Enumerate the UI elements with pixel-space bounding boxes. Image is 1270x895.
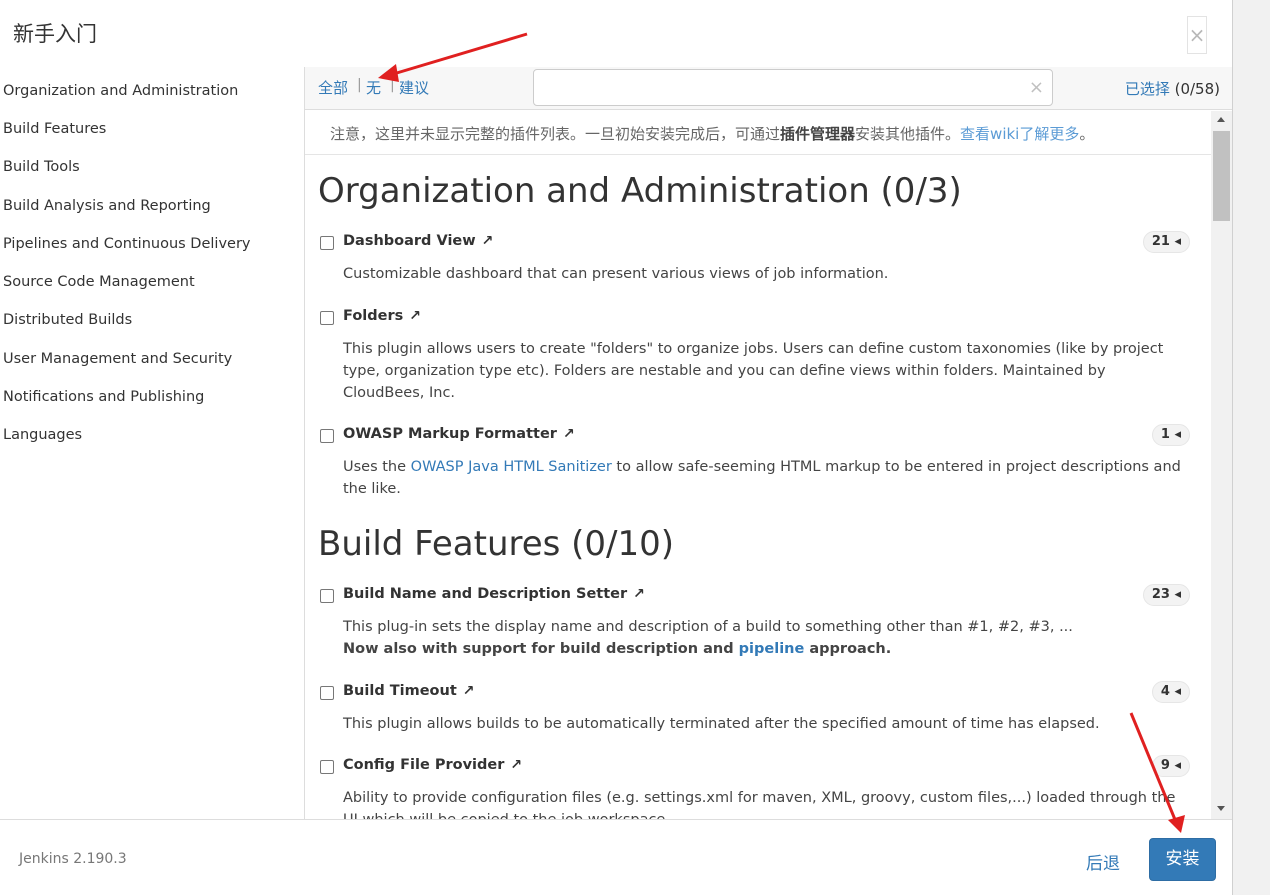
plugin-description: Uses the OWASP Java HTML Sanitizer to al… <box>343 459 1181 497</box>
select-none-link[interactable]: 无 <box>366 77 381 98</box>
external-link-icon[interactable]: ↗ <box>463 683 475 699</box>
plugin-description: Ability to provide configuration files (… <box>343 790 1176 819</box>
sidebar-item-build-tools[interactable]: Build Tools <box>3 156 80 178</box>
sidebar-item-source-code-management[interactable]: Source Code Management <box>3 271 195 293</box>
plugin-checkbox[interactable] <box>320 311 334 325</box>
setup-wizard-dialog: 新手入门 × Organization and Administration B… <box>0 0 1232 895</box>
select-suggested-link[interactable]: 建议 <box>399 77 429 98</box>
dialog-title: 新手入门 <box>13 22 97 46</box>
toolbar-separator: | <box>390 77 395 93</box>
sidebar-item-distributed-builds[interactable]: Distributed Builds <box>3 309 132 331</box>
install-button[interactable]: 安装 <box>1149 838 1216 881</box>
external-link-icon[interactable]: ↗ <box>510 757 522 773</box>
plugin-checkbox[interactable] <box>320 760 334 774</box>
clear-search-icon[interactable]: × <box>1029 77 1044 98</box>
plugin-description: Customizable dashboard that can present … <box>343 266 889 282</box>
plugin-name[interactable]: Folders ↗ <box>343 308 421 324</box>
select-all-link[interactable]: 全部 <box>318 77 348 98</box>
dialog-header: 新手入门 × <box>0 0 1232 67</box>
plugin-toolbar: 全部 | 无 | 建议 × 已选择 (0/58) <box>305 67 1232 110</box>
category-sidebar: Organization and Administration Build Fe… <box>0 67 305 819</box>
scroll-up-icon[interactable] <box>1217 117 1225 122</box>
caret-left-icon: ◂ <box>1174 427 1181 442</box>
sidebar-item-user-management-and-security[interactable]: User Management and Security <box>3 348 232 370</box>
plugin-checkbox[interactable] <box>320 686 334 700</box>
caret-left-icon: ◂ <box>1174 587 1181 602</box>
selected-count[interactable]: 已选择 (0/58) <box>1125 78 1220 99</box>
selected-label[interactable]: 已选择 <box>1125 80 1170 98</box>
external-link-icon[interactable]: ↗ <box>563 426 575 442</box>
modal-backdrop <box>1232 0 1270 895</box>
dialog-footer: Jenkins 2.190.3 后退 安装 <box>0 819 1232 895</box>
plugin-list-scrollbar[interactable] <box>1211 111 1232 819</box>
notice-text: 注意，这里并未显示完整的插件列表。一旦初始安装完成后，可通过 <box>330 125 781 143</box>
plugin-description: This plugin allows builds to be automati… <box>343 716 1100 732</box>
dependency-badge[interactable]: 21 ◂ <box>1142 231 1190 253</box>
notice-text-2: 安装其他插件。 <box>855 125 961 143</box>
plugin-checkbox[interactable] <box>320 429 334 443</box>
plugin-checkbox[interactable] <box>320 236 334 250</box>
dependency-badge[interactable]: 4 ◂ <box>1151 681 1190 703</box>
section-title-organization: Organization and Administration (0/3) <box>318 171 962 211</box>
caret-left-icon: ◂ <box>1174 684 1181 699</box>
section-title-build-features: Build Features (0/10) <box>318 524 675 564</box>
notice-end: 。 <box>1079 125 1095 143</box>
scrollbar-thumb[interactable] <box>1213 131 1230 221</box>
sidebar-item-languages[interactable]: Languages <box>3 424 82 446</box>
plugin-name[interactable]: Build Name and Description Setter ↗ <box>343 586 645 602</box>
plugin-description: This plug-in sets the display name and d… <box>343 619 1073 657</box>
owasp-sanitizer-link[interactable]: OWASP Java HTML Sanitizer <box>411 459 612 475</box>
jenkins-version: Jenkins 2.190.3 <box>19 851 127 867</box>
toolbar-separator: | <box>357 77 362 93</box>
plugin-search-input[interactable]: × <box>533 69 1053 106</box>
plugin-checkbox[interactable] <box>320 589 334 603</box>
external-link-icon[interactable]: ↗ <box>409 308 421 324</box>
sidebar-item-pipelines-and-continuous-delivery[interactable]: Pipelines and Continuous Delivery <box>3 233 251 255</box>
wiki-link[interactable]: 查看wiki了解更多 <box>960 125 1079 143</box>
sidebar-item-organization-and-administration[interactable]: Organization and Administration <box>3 80 238 102</box>
sidebar-item-build-features[interactable]: Build Features <box>3 118 106 140</box>
plugin-name[interactable]: Config File Provider ↗ <box>343 757 522 773</box>
dependency-badge[interactable]: 23 ◂ <box>1142 584 1190 606</box>
plugin-name[interactable]: OWASP Markup Formatter ↗ <box>343 426 575 442</box>
selected-count-value: (0/58) <box>1174 80 1220 98</box>
dependency-badge[interactable]: 1 ◂ <box>1151 424 1190 446</box>
dependency-badge[interactable]: 9 ◂ <box>1151 755 1190 777</box>
external-link-icon[interactable]: ↗ <box>633 586 645 602</box>
plugin-name[interactable]: Build Timeout ↗ <box>343 683 475 699</box>
external-link-icon[interactable]: ↗ <box>482 233 494 249</box>
caret-left-icon: ◂ <box>1174 758 1181 773</box>
plugin-manager-text: 插件管理器 <box>780 125 856 143</box>
caret-left-icon: ◂ <box>1174 234 1181 249</box>
close-icon[interactable]: × <box>1187 16 1207 54</box>
sidebar-item-build-analysis-and-reporting[interactable]: Build Analysis and Reporting <box>3 195 211 217</box>
plugin-name[interactable]: Dashboard View ↗ <box>343 233 493 249</box>
plugin-notice: 注意，这里并未显示完整的插件列表。一旦初始安装完成后，可通过插件管理器安装其他插… <box>305 111 1211 155</box>
pipeline-link[interactable]: pipeline <box>739 641 805 657</box>
back-button[interactable]: 后退 <box>1086 849 1120 874</box>
sidebar-item-notifications-and-publishing[interactable]: Notifications and Publishing <box>3 386 204 408</box>
plugin-description: This plugin allows users to create "fold… <box>343 341 1164 401</box>
plugin-list: 注意，这里并未显示完整的插件列表。一旦初始安装完成后，可通过插件管理器安装其他插… <box>305 111 1211 819</box>
scroll-down-icon[interactable] <box>1217 806 1225 811</box>
